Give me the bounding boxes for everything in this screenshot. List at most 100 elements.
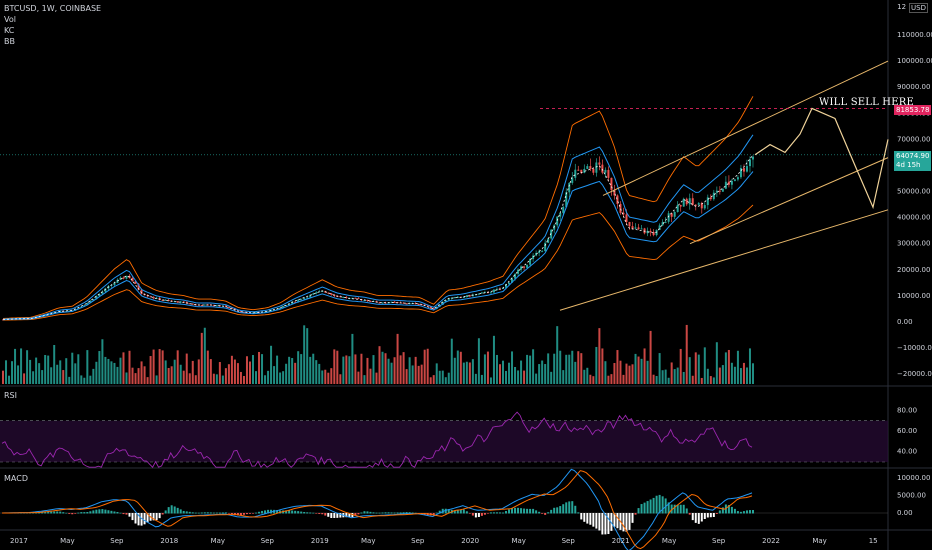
macd-histogram-bar <box>143 513 146 525</box>
volume-bar <box>438 370 441 384</box>
macd-histogram-bar <box>616 513 619 529</box>
volume-bar <box>267 370 270 384</box>
macd-histogram-bar <box>291 510 294 514</box>
volume-bar <box>155 375 158 384</box>
macd-histogram-bar <box>682 504 685 514</box>
candle-body <box>634 227 637 229</box>
volume-bar <box>327 372 330 384</box>
volume-bar <box>62 370 65 384</box>
macd-histogram-bar <box>715 513 718 514</box>
volume-bar <box>486 351 489 384</box>
macd-histogram-bar <box>197 512 200 514</box>
volume-bar <box>727 349 730 384</box>
macd-histogram-bar <box>167 507 170 514</box>
volume-bar <box>444 377 447 384</box>
volume-bar <box>44 355 47 384</box>
macd-histogram-bar <box>550 509 553 514</box>
macd-histogram-bar <box>745 510 748 514</box>
trading-chart[interactable]: 110000.00100000.0090000.0080000.0070000.… <box>0 0 932 550</box>
macd-histogram-bar <box>739 511 742 514</box>
candle-body <box>215 305 218 307</box>
price-tick: 30000.00 <box>897 240 930 248</box>
candle-body <box>703 205 706 209</box>
price-tick: 20000.00 <box>897 266 930 274</box>
macd-histogram-bar <box>598 513 601 531</box>
volume-bar <box>468 362 471 384</box>
macd-histogram-bar <box>637 508 640 514</box>
macd-histogram-bar <box>215 512 218 514</box>
indicator-vol[interactable]: Vol <box>4 14 101 25</box>
macd-histogram-bar <box>477 513 480 517</box>
indicator-bb[interactable]: BB <box>4 36 101 47</box>
volume-bar <box>104 356 107 384</box>
macd-histogram-bar <box>685 508 688 514</box>
volume-bar <box>489 377 492 384</box>
volume-bar <box>339 374 342 384</box>
volume-bar <box>285 363 288 384</box>
volume-bar <box>535 373 538 384</box>
volume-bar <box>649 330 652 384</box>
candle-body <box>538 251 541 254</box>
volume-bar <box>179 364 182 384</box>
volume-bar <box>547 353 550 384</box>
macd-histogram-bar <box>182 510 185 514</box>
volume-bar <box>170 366 173 384</box>
indicator-kc[interactable]: KC <box>4 25 101 36</box>
macd-pane[interactable] <box>0 468 888 550</box>
volume-bar <box>441 370 444 384</box>
macd-tick: 0.00 <box>897 509 913 517</box>
volume-bar <box>736 350 739 384</box>
volume-bar <box>303 325 306 384</box>
macd-histogram-bar <box>56 511 59 514</box>
volume-bar <box>694 352 697 384</box>
volume-bar <box>83 377 86 384</box>
rsi-pane[interactable] <box>0 411 888 468</box>
macd-histogram-bar <box>366 511 369 514</box>
macd-tick: 5000.00 <box>897 492 926 500</box>
macd-histogram-bar <box>110 510 113 514</box>
macd-histogram-bar <box>601 513 604 535</box>
volume-bar <box>598 328 601 384</box>
candle-body <box>727 181 730 185</box>
macd-histogram-bar <box>583 513 586 522</box>
volume-bar <box>333 349 336 384</box>
volume-bar <box>318 363 321 384</box>
volume-bar <box>77 354 80 384</box>
candle-body <box>405 303 408 305</box>
macd-histogram-bar <box>390 512 393 514</box>
volume-bar <box>450 338 453 384</box>
candle-body <box>598 162 601 165</box>
volume-bar <box>348 356 351 384</box>
price-pane[interactable] <box>0 60 889 384</box>
candle-body <box>604 169 607 173</box>
volume-bar <box>167 367 170 384</box>
volume-bar <box>209 359 212 384</box>
volume-bar <box>465 361 468 384</box>
macd-histogram-bar <box>580 513 583 520</box>
volume-bar <box>387 358 390 384</box>
symbol-title[interactable]: BTCUSD, 1W, COINBASE <box>4 3 101 14</box>
volume-bar <box>462 362 465 384</box>
macd-histogram-bar <box>95 509 98 514</box>
macd-histogram-bar <box>170 505 173 514</box>
volume-bar <box>68 376 71 384</box>
macd-histogram-bar <box>303 512 306 514</box>
macd-histogram-bar <box>694 513 697 523</box>
volume-bar <box>544 364 547 384</box>
macd-histogram-bar <box>541 513 544 514</box>
macd-histogram-bar <box>589 513 592 525</box>
currency-label[interactable]: 12 USD <box>897 3 928 13</box>
macd-histogram-bar <box>158 513 161 519</box>
candle-body <box>514 273 517 279</box>
macd-histogram-bar <box>673 504 676 514</box>
sell-annotation[interactable]: WILL SELL HERE <box>819 97 914 108</box>
macd-histogram-bar <box>709 513 712 518</box>
candle-body <box>667 213 670 222</box>
macd-histogram-bar <box>206 512 209 514</box>
candle-body <box>718 190 721 192</box>
volume-bar <box>613 363 616 384</box>
volume-bar <box>342 356 345 384</box>
volume-bar <box>363 375 366 384</box>
macd-histogram-bar <box>125 513 128 515</box>
candle-body <box>742 168 745 172</box>
